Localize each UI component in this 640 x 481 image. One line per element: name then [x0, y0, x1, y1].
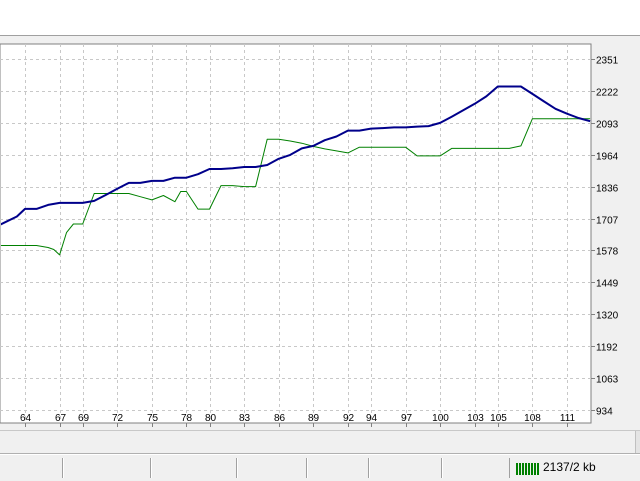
x-tick-label: 94 — [366, 413, 378, 424]
connection-status[interactable]: 2137/2 kb — [509, 458, 640, 478]
status-cell — [150, 458, 237, 478]
y-tick-label: 934 — [596, 407, 613, 418]
y-tick-label: 1707 — [596, 216, 619, 227]
status-cell — [62, 458, 151, 478]
x-tick-label: 83 — [239, 413, 251, 424]
y-tick-label: 1836 — [596, 184, 619, 195]
status-cell — [306, 458, 369, 478]
x-tick-label: 100 — [432, 413, 449, 424]
tab-strip — [0, 430, 640, 454]
x-tick-label: 80 — [205, 413, 217, 424]
y-tick-label: 1320 — [596, 311, 619, 322]
x-tick-label: 78 — [181, 413, 193, 424]
x-tick-label: 97 — [401, 413, 413, 424]
x-tick-label: 86 — [274, 413, 286, 424]
status-cell — [368, 458, 442, 478]
x-tick-label: 111 — [560, 413, 576, 424]
x-tick-label: 69 — [78, 413, 90, 424]
status-bar: 2137/2 kb — [0, 454, 640, 481]
line-chart[interactable]: 2351 2222 2093 1964 1836 1707 1578 1449 1320 1192… — [0, 0, 640, 430]
y-tick-label: 1578 — [596, 247, 619, 258]
status-cell — [236, 458, 307, 478]
y-tick-label: 2093 — [596, 120, 619, 131]
x-tick-label: 105 — [490, 413, 507, 424]
y-tick-label: 1449 — [596, 279, 619, 290]
x-tick-label: 92 — [343, 413, 355, 424]
x-tick-label: 67 — [55, 413, 67, 424]
status-cell — [441, 458, 510, 478]
signal-bars-icon — [516, 463, 539, 475]
x-tick-label: 64 — [20, 413, 32, 424]
y-tick-label: 2351 — [596, 56, 619, 67]
plot-area — [0, 43, 592, 424]
x-tick-label: 75 — [147, 413, 159, 424]
y-tick-label: 1192 — [596, 343, 618, 354]
x-tick-label: 89 — [308, 413, 320, 424]
y-tick-label: 1964 — [596, 152, 619, 163]
connection-traffic-text: 2137/2 kb — [543, 460, 596, 474]
y-tick-label: 2222 — [596, 88, 619, 99]
x-tick-label: 108 — [524, 413, 541, 424]
y-axis: 2351 2222 2093 1964 1836 1707 1578 1449 1320 1192… — [591, 56, 619, 418]
y-tick-label: 1063 — [596, 375, 619, 386]
x-tick-label: 72 — [112, 413, 124, 424]
x-tick-label: 103 — [467, 413, 484, 424]
tab-strip-scroll-edge — [635, 431, 640, 453]
